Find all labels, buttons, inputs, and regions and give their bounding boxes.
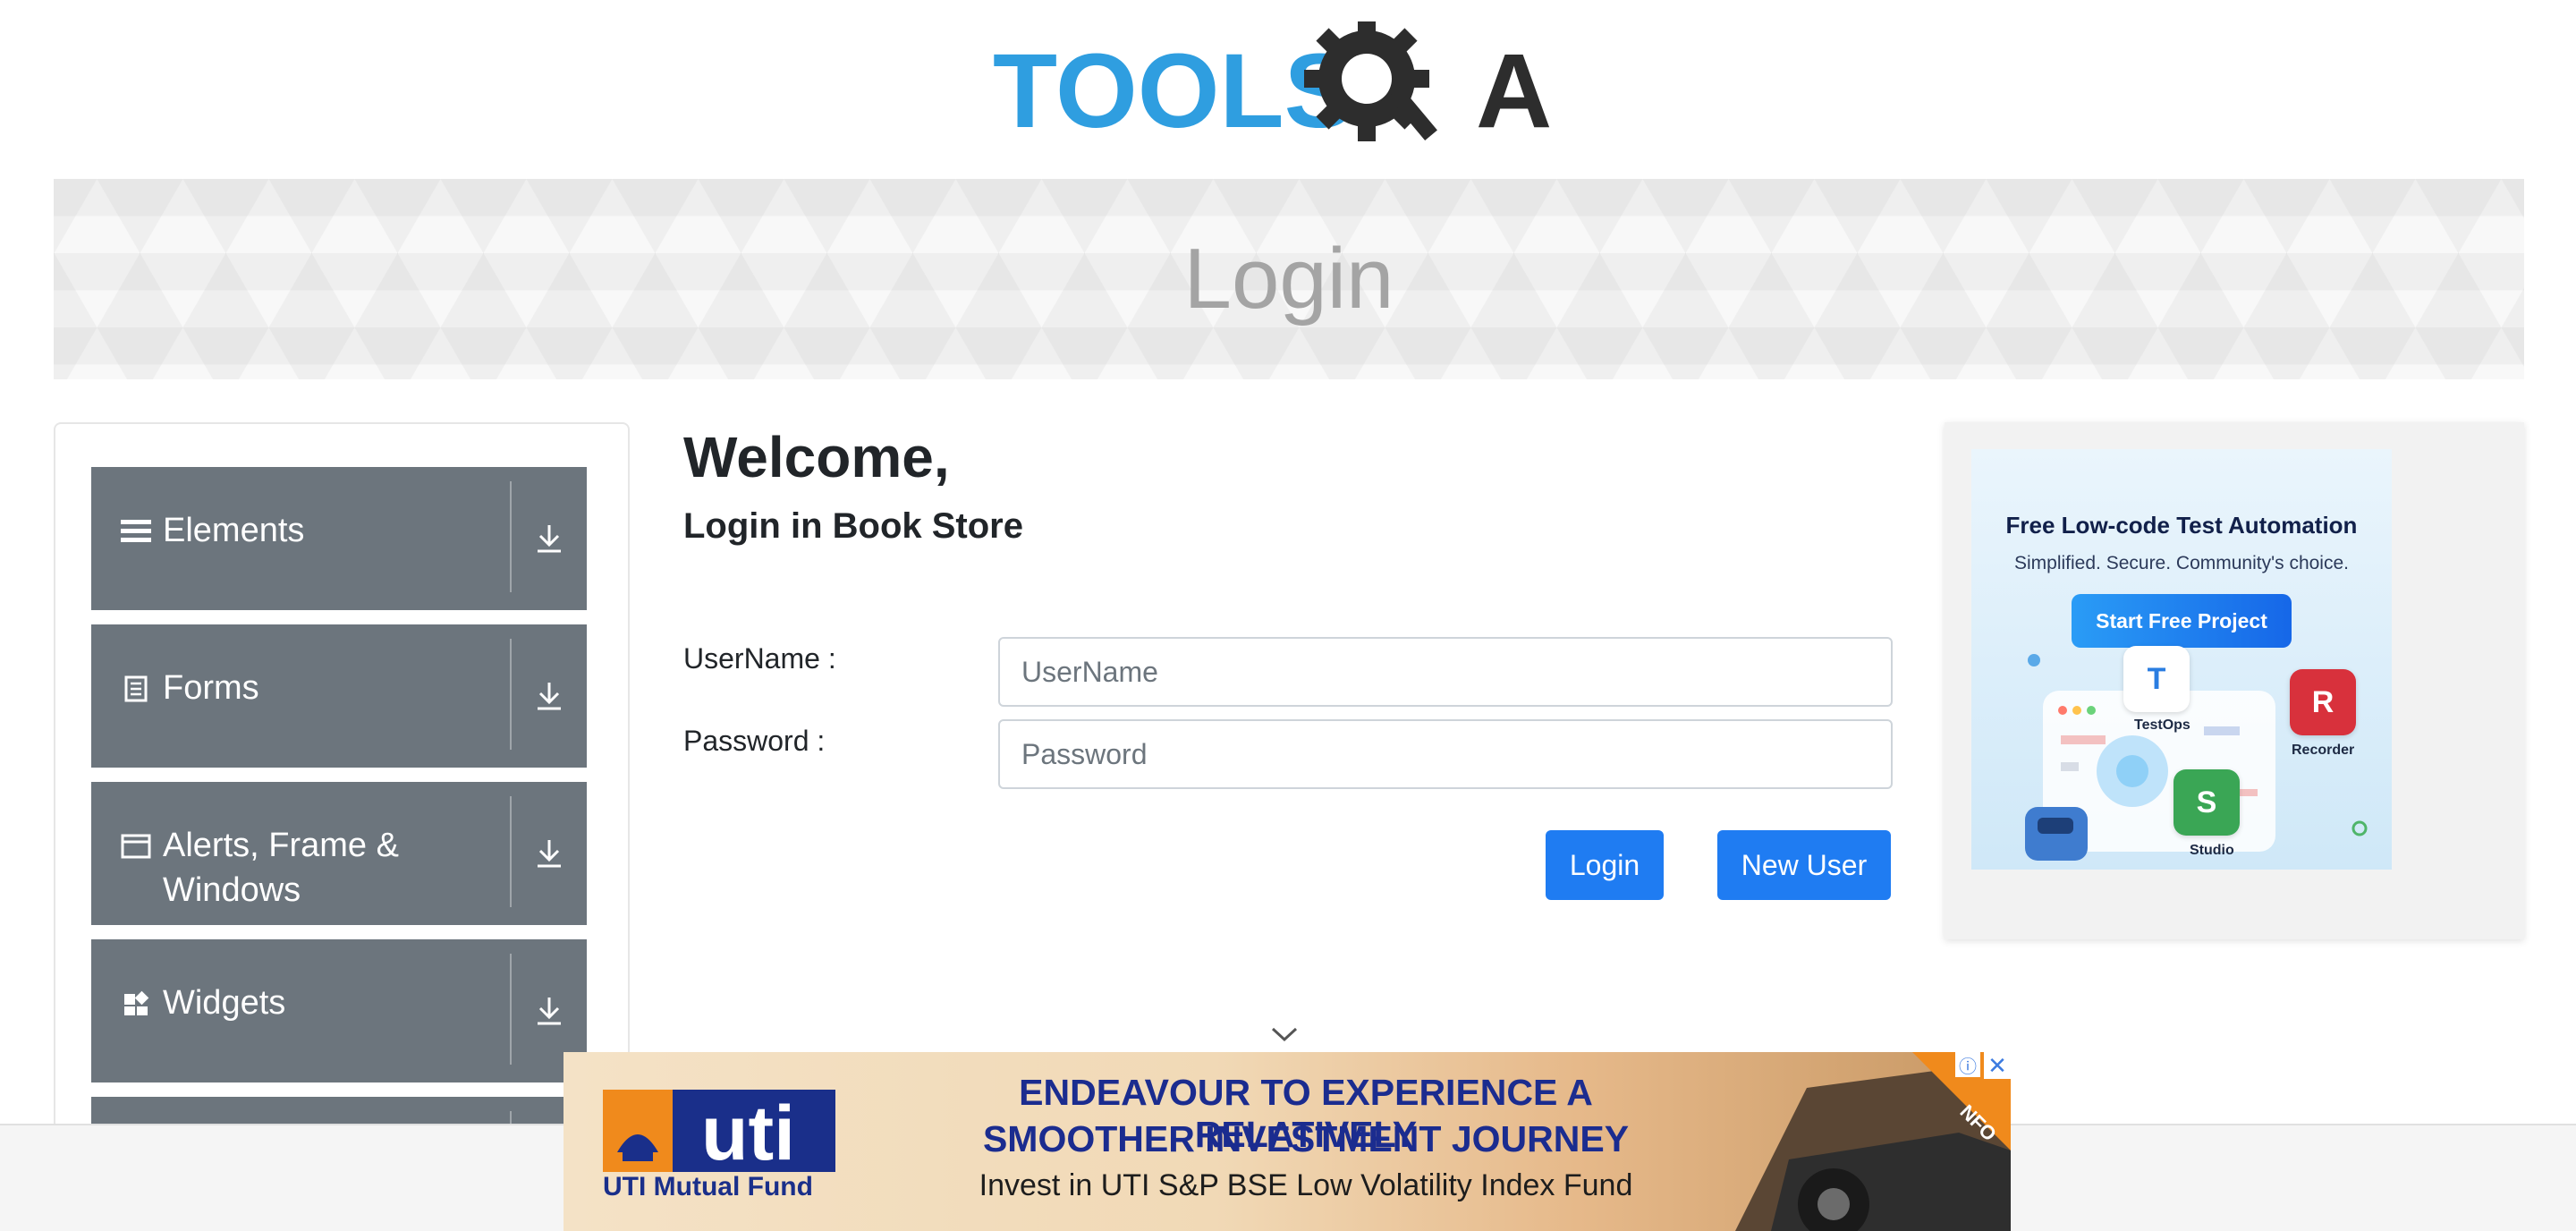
recorder-icon: R [2311, 684, 2334, 719]
download-icon[interactable] [512, 624, 587, 768]
toolsqa-logo[interactable]: TOOLS A [993, 21, 1583, 165]
ad-info-icon[interactable]: ⓘ [1955, 1052, 1980, 1077]
sidebar-item-widgets[interactable]: Widgets [91, 939, 587, 1082]
hamburger-icon [120, 515, 152, 548]
studio-tile: S [2174, 769, 2240, 836]
username-label: UserName : [683, 642, 836, 675]
username-input[interactable] [998, 637, 1893, 707]
start-free-project-button[interactable]: Start Free Project [2072, 594, 2292, 648]
sidebar-item-label: Elements [163, 512, 305, 549]
document-icon [120, 673, 152, 705]
page-banner: Login [54, 179, 2524, 379]
ad-line-2: SMOOTHER INVESTMENT JOURNEY [982, 1118, 1630, 1159]
sidebar-item-elements[interactable]: Elements [91, 467, 587, 610]
widgets-icon [120, 988, 152, 1020]
download-icon[interactable] [512, 467, 587, 610]
recorder-tile: R [2290, 669, 2356, 735]
decor-ring-icon [2351, 820, 2368, 836]
testops-label: TestOps [2134, 717, 2190, 733]
decor-dot-icon [2028, 654, 2040, 666]
recorder-label: Recorder [2292, 743, 2355, 758]
logo-text: TOOLS [993, 32, 1354, 150]
studio-icon: S [2196, 785, 2217, 819]
login-subtitle: Login in Book Store [683, 506, 1023, 546]
sidebar-item-label-line2: Windows [163, 871, 301, 909]
logo-text-a: A [1476, 32, 1552, 150]
new-user-button[interactable]: New User [1717, 830, 1891, 900]
password-label: Password : [683, 725, 826, 757]
sidebar-item-alerts-frame-windows[interactable]: Alerts, Frame & Windows [91, 782, 587, 925]
ad-close-icon[interactable]: ✕ [1984, 1052, 2011, 1079]
chevron-down-icon[interactable] [1270, 1025, 1299, 1043]
sidebar-item-label: Forms [163, 669, 259, 707]
window-icon [120, 830, 152, 862]
uti-brand-name: UTI Mutual Fund [603, 1172, 813, 1201]
login-button[interactable]: Login [1546, 830, 1664, 900]
side-advertisement[interactable]: Free Low-code Test Automation Simplified… [1945, 422, 2524, 939]
testops-icon: T [2147, 661, 2166, 696]
gear-magnifier-icon [1304, 21, 1437, 141]
ad-subline: Simplified. Secure. Community's choice. [2014, 553, 2349, 573]
studio-label: Studio [2190, 843, 2234, 858]
ad-creative[interactable]: Free Low-code Test Automation Simplified… [1971, 449, 2392, 870]
ad-line-3: Invest in UTI S&P BSE Low Volatility Ind… [979, 1168, 1633, 1202]
sidebar: Elements Forms Alerts, Frame & Windows W… [54, 422, 630, 1156]
sidebar-item-forms[interactable]: Forms [91, 624, 587, 768]
ad-headline: Free Low-code Test Automation [2005, 512, 2358, 539]
download-icon[interactable] [512, 782, 587, 925]
password-input[interactable] [998, 719, 1893, 789]
page-title: Login [1183, 231, 1394, 327]
bottom-advertisement[interactable]: uti UTI Mutual Fund ENDEAVOUR TO EXPERIE… [564, 1052, 2011, 1231]
testops-tile: T [2123, 646, 2190, 712]
sidebar-item-label: Widgets [163, 984, 286, 1022]
uti-logo-text: uti [701, 1091, 795, 1176]
welcome-heading: Welcome, [683, 425, 950, 489]
